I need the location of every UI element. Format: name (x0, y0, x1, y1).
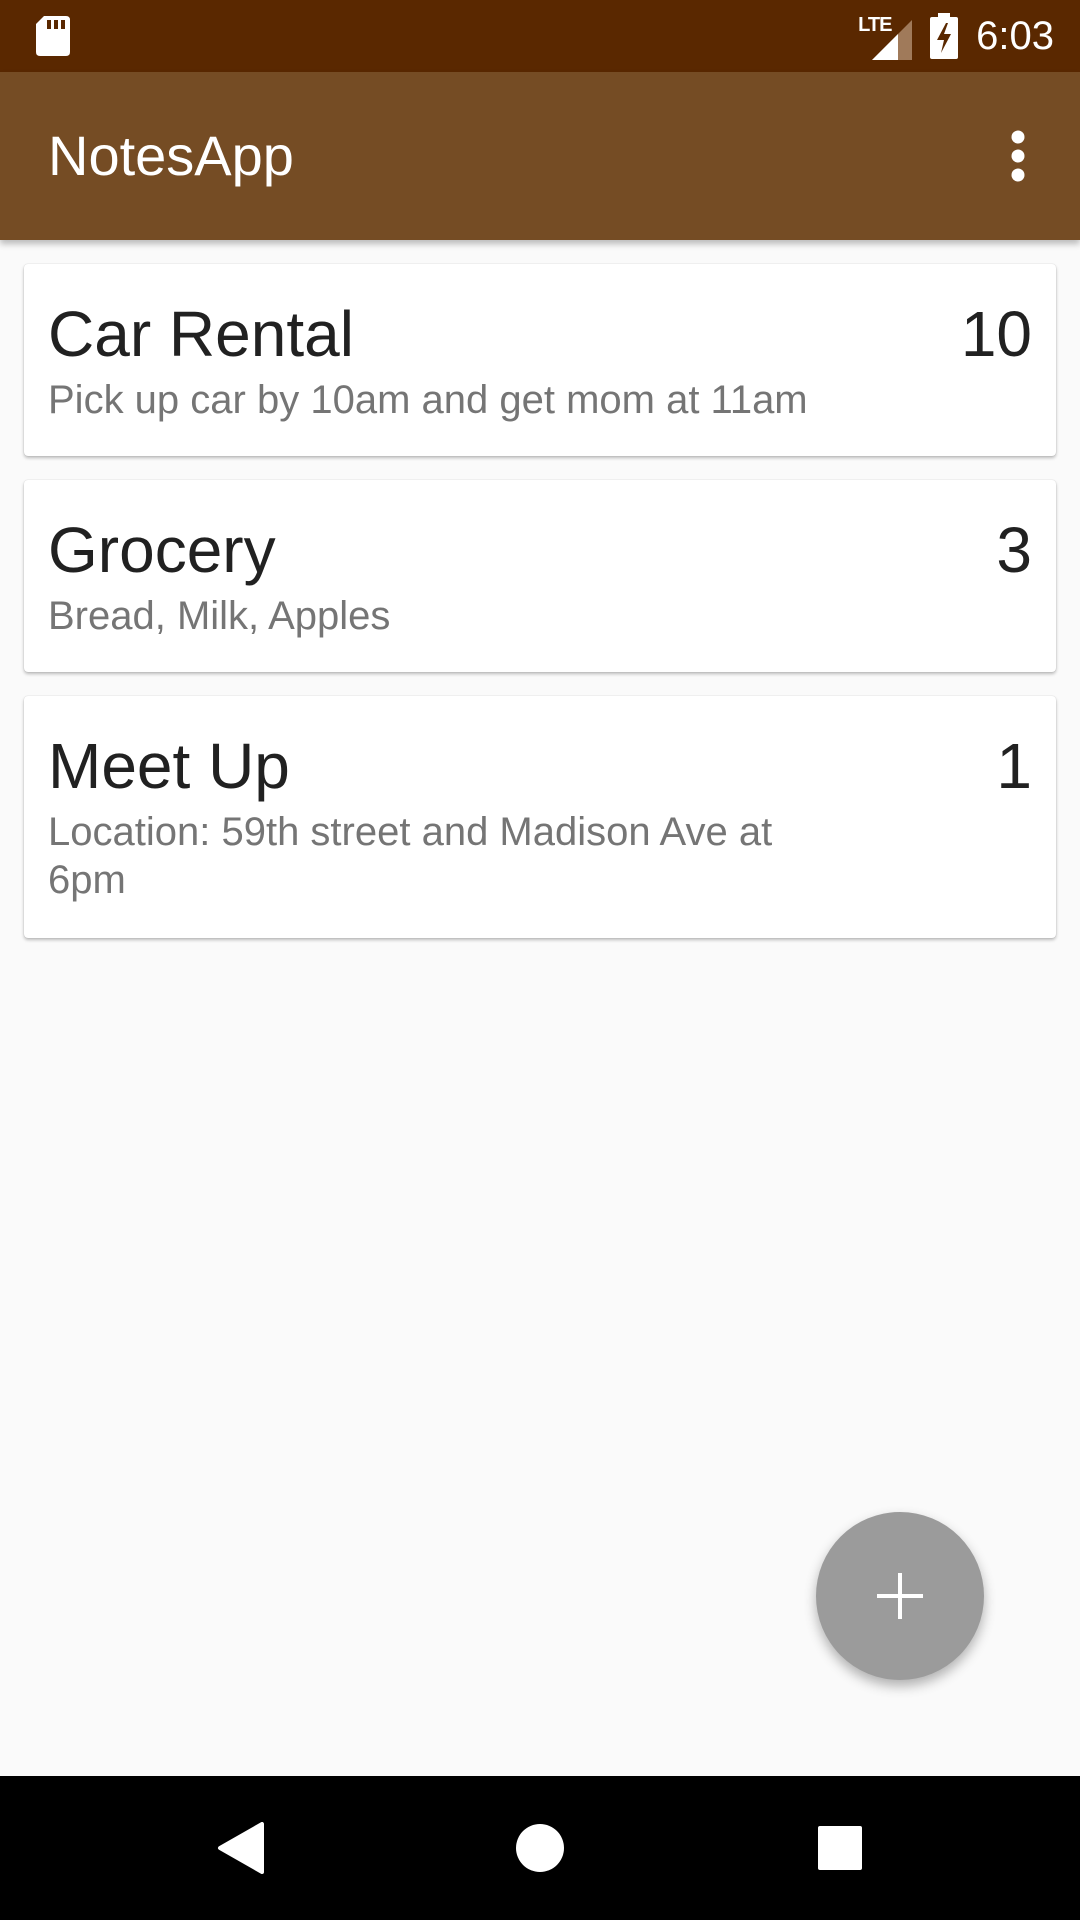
app-title: NotesApp (48, 124, 294, 187)
note-card[interactable]: Car Rental 10 Pick up car by 10am and ge… (24, 264, 1056, 456)
back-button[interactable] (190, 1798, 290, 1898)
app-bar: NotesApp (0, 72, 1080, 240)
back-icon (218, 1822, 264, 1874)
note-title: Grocery (48, 514, 276, 586)
overflow-menu-button[interactable] (982, 120, 1054, 192)
note-title: Meet Up (48, 730, 290, 802)
home-icon (516, 1824, 564, 1872)
note-count: 1 (996, 730, 1032, 802)
note-count: 3 (996, 514, 1032, 586)
battery-charging-icon (930, 13, 959, 59)
plus-icon (877, 1573, 923, 1619)
note-count: 10 (960, 298, 1032, 370)
navigation-bar (0, 1776, 1080, 1920)
add-note-button[interactable] (816, 1512, 984, 1680)
recents-icon (818, 1826, 862, 1870)
recents-button[interactable] (790, 1798, 890, 1898)
note-body: Pick up car by 10am and get mom at 11am (48, 378, 808, 422)
home-button[interactable] (490, 1798, 590, 1898)
note-title: Car Rental (48, 298, 354, 370)
more-vert-icon (1011, 130, 1025, 182)
note-card[interactable]: Meet Up 1 Location: 59th street and Madi… (24, 696, 1056, 938)
note-body: Bread, Milk, Apples (48, 594, 391, 638)
signal-indicator: LTE (858, 12, 913, 60)
notes-list: Car Rental 10 Pick up car by 10am and ge… (24, 264, 1056, 962)
sd-card-icon (36, 16, 70, 56)
status-time: 6:03 (976, 14, 1054, 58)
note-body: Location: 59th street and Madison Ave at… (48, 810, 773, 902)
cell-signal-icon (872, 20, 913, 60)
status-bar: LTE 6:03 (0, 0, 1080, 72)
note-card[interactable]: Grocery 3 Bread, Milk, Apples (24, 480, 1056, 672)
